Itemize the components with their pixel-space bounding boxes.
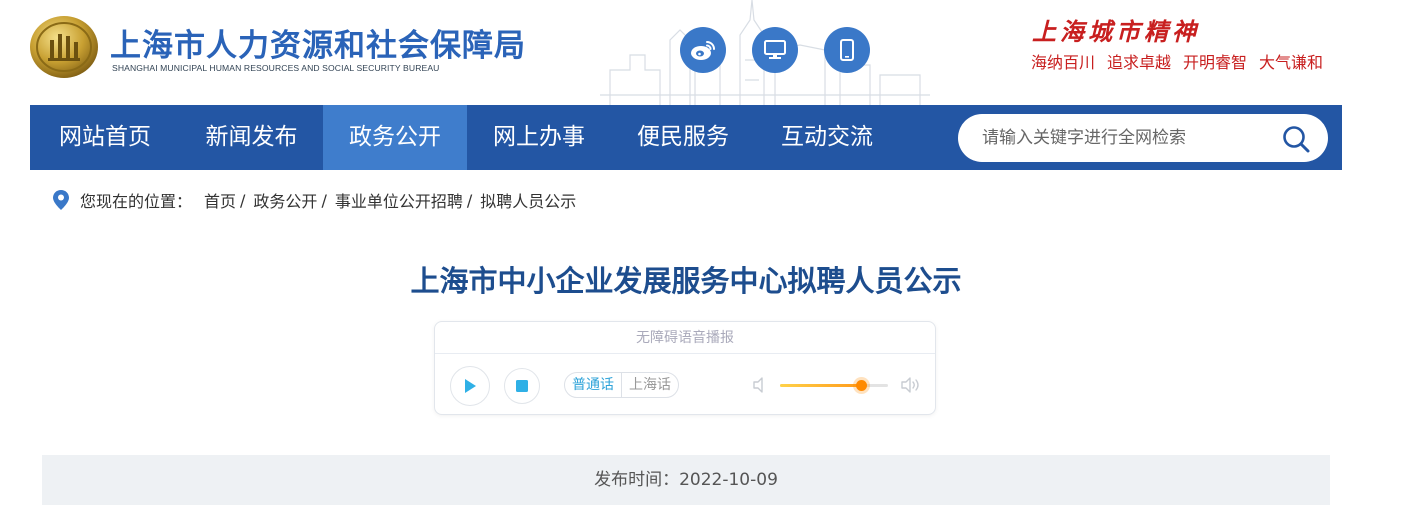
desktop-icon [764,40,786,59]
nav-item-news[interactable]: 新闻发布 [180,105,323,170]
breadcrumb-item-gov-affairs[interactable]: 政务公开 [253,188,317,212]
article-title: 上海市中小企业发展服务中心拟聘人员公示 [410,264,962,298]
desktop-version-button[interactable] [752,27,798,73]
weibo-button[interactable] [680,27,726,73]
nav-item-gov-affairs[interactable]: 政务公开 [323,105,467,170]
city-spirit-title: 上海城市精神 [1032,17,1200,46]
volume-low-icon[interactable] [752,376,770,394]
breadcrumb-item-recruitment[interactable]: 事业单位公开招聘 [335,188,463,212]
bureau-name-cn: 上海市人力资源和社会保障局 [110,28,526,64]
city-spirit-mottos: 海纳百川 追求卓越 开明睿智 大气谦和 [1031,49,1323,73]
motto: 开明睿智 [1183,53,1248,72]
mobile-icon [840,39,854,61]
motto: 海纳百川 [1031,53,1096,72]
search-icon[interactable] [1281,124,1311,154]
site-header: 上海市人力资源和社会保障局 SHANGHAI MUNICIPAL HUMAN R… [0,0,1402,105]
bureau-name-en: SHANGHAI MUNICIPAL HUMAN RESOURCES AND S… [112,63,440,73]
search-box [958,114,1328,162]
play-button[interactable] [450,366,490,406]
stop-button[interactable] [504,368,540,404]
volume-slider[interactable] [780,380,888,391]
language-toggle: 普通话 上海话 [564,372,679,398]
nav-item-home[interactable]: 网站首页 [30,105,180,170]
audio-player: 无障碍语音播报 普通话 上海话 [434,321,936,415]
motto: 追求卓越 [1107,53,1172,72]
breadcrumb-item-home[interactable]: 首页 [204,188,236,212]
publish-time: 发布时间：2022-10-09 [42,455,1330,505]
stop-icon [516,380,528,392]
language-option-mandarin[interactable]: 普通话 [565,373,622,397]
breadcrumb-separator: / [466,190,473,210]
search-input[interactable] [982,114,1272,162]
bureau-logo [30,16,98,78]
player-header: 无障碍语音播报 [435,322,935,354]
motto: 大气谦和 [1259,53,1324,72]
volume-handle[interactable] [856,380,867,391]
volume-level [780,384,861,387]
main-nav: 网站首页 新闻发布 政务公开 网上办事 便民服务 互动交流 [30,105,1342,170]
nav-item-online-services[interactable]: 网上办事 [467,105,611,170]
breadcrumb-separator: / [240,190,246,210]
breadcrumb-item-current[interactable]: 拟聘人员公示 [480,188,576,212]
mobile-version-button[interactable] [824,27,870,73]
breadcrumb: 您现在的位置： 首页 / 政务公开 / 事业单位公开招聘 / 拟聘人员公示 [52,188,576,212]
play-icon [465,379,476,393]
volume-high-icon[interactable] [900,376,922,394]
language-option-shanghainese[interactable]: 上海话 [622,373,678,397]
nav-item-interaction[interactable]: 互动交流 [755,105,899,170]
breadcrumb-separator: / [321,190,327,210]
breadcrumb-label: 您现在的位置： [80,192,193,211]
location-pin-icon [53,190,69,210]
weibo-icon [691,41,715,60]
nav-item-public-services[interactable]: 便民服务 [611,105,755,170]
